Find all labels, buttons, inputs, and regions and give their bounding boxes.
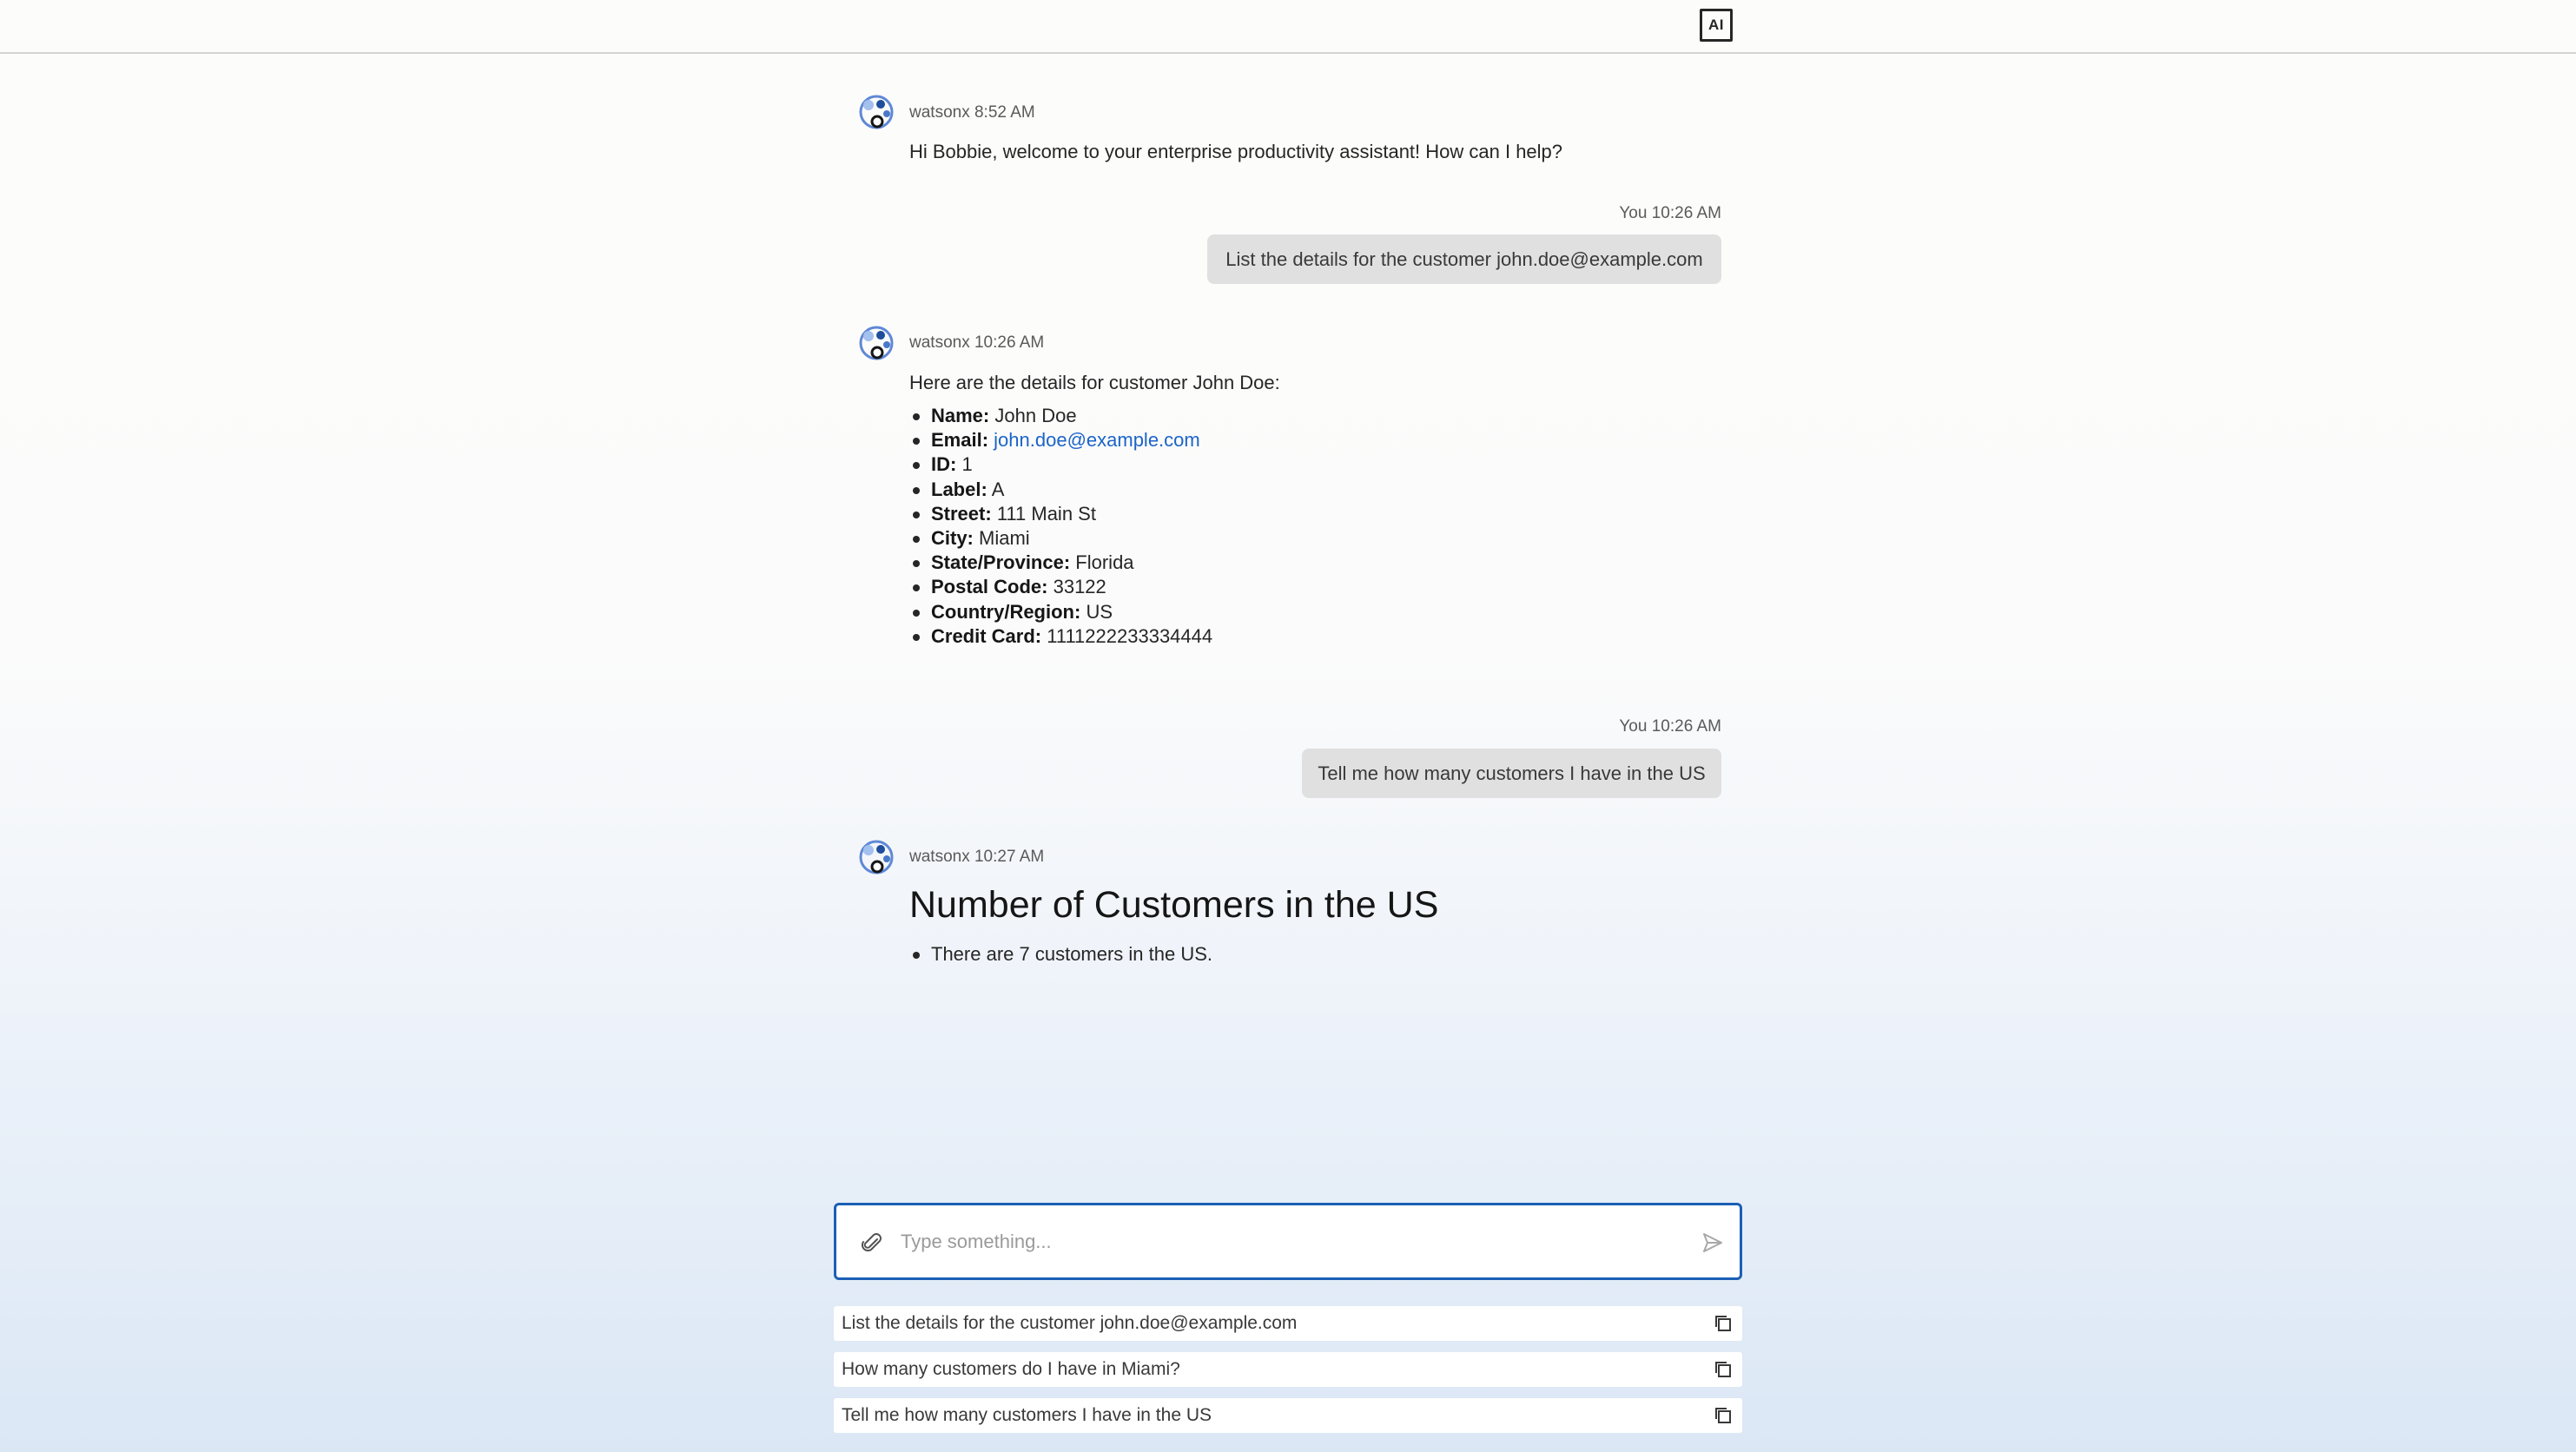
detail-credit-card: Credit Card: 1111222233334444 bbox=[912, 624, 1212, 649]
user-message-bubble: Tell me how many customers I have in the… bbox=[1302, 749, 1721, 798]
send-icon[interactable] bbox=[1701, 1231, 1724, 1254]
message-meta: watsonx 8:52 AM bbox=[909, 103, 1035, 122]
message-input[interactable] bbox=[901, 1224, 1648, 1259]
watsonx-avatar-icon bbox=[859, 840, 894, 874]
user-message-meta: You 10:26 AM bbox=[1619, 717, 1721, 736]
suggestion-item[interactable]: Tell me how many customers I have in the… bbox=[834, 1398, 1742, 1433]
detail-city: City: Miami bbox=[912, 526, 1212, 551]
message-meta: watsonx 10:26 AM bbox=[909, 333, 1045, 352]
user-message-bubble: List the details for the customer john.d… bbox=[1207, 234, 1721, 284]
suggestion-item[interactable]: List the details for the customer john.d… bbox=[834, 1306, 1742, 1341]
ai-badge[interactable]: AI bbox=[1700, 9, 1733, 42]
detail-state: State/Province: Florida bbox=[912, 551, 1212, 575]
detail-country: Country/Region: US bbox=[912, 600, 1212, 624]
top-bar: AI bbox=[0, 0, 2576, 54]
customer-details-list: Name: John Doe Email: john.doe@example.c… bbox=[912, 404, 1212, 649]
watsonx-avatar-icon bbox=[859, 95, 894, 129]
detail-street: Street: 111 Main St bbox=[912, 502, 1212, 526]
paperclip-icon[interactable] bbox=[859, 1230, 883, 1254]
message-composer[interactable] bbox=[834, 1203, 1742, 1280]
email-link[interactable]: john.doe@example.com bbox=[994, 429, 1200, 451]
copy-icon[interactable] bbox=[1713, 1359, 1734, 1380]
suggestion-item[interactable]: How many customers do I have in Miami? bbox=[834, 1352, 1742, 1387]
bot-message-intro: Here are the details for customer John D… bbox=[909, 372, 1280, 393]
user-message-meta: You 10:26 AM bbox=[1619, 204, 1721, 222]
answer-heading: Number of Customers in the US bbox=[909, 884, 1439, 926]
message-meta: watsonx 10:27 AM bbox=[909, 848, 1045, 866]
answer-list: There are 7 customers in the US. bbox=[912, 943, 1213, 966]
detail-postal-code: Postal Code: 33122 bbox=[912, 575, 1212, 599]
detail-name: Name: John Doe bbox=[912, 404, 1212, 428]
watsonx-avatar-icon bbox=[859, 326, 894, 360]
answer-bullet: There are 7 customers in the US. bbox=[912, 943, 1213, 965]
detail-id: ID: 1 bbox=[912, 452, 1212, 477]
bot-message-text: Hi Bobbie, welcome to your enterprise pr… bbox=[909, 141, 1563, 162]
detail-label: Label: A bbox=[912, 478, 1212, 502]
detail-email: Email: john.doe@example.com bbox=[912, 428, 1212, 452]
copy-icon[interactable] bbox=[1713, 1405, 1734, 1426]
copy-icon[interactable] bbox=[1713, 1313, 1734, 1334]
